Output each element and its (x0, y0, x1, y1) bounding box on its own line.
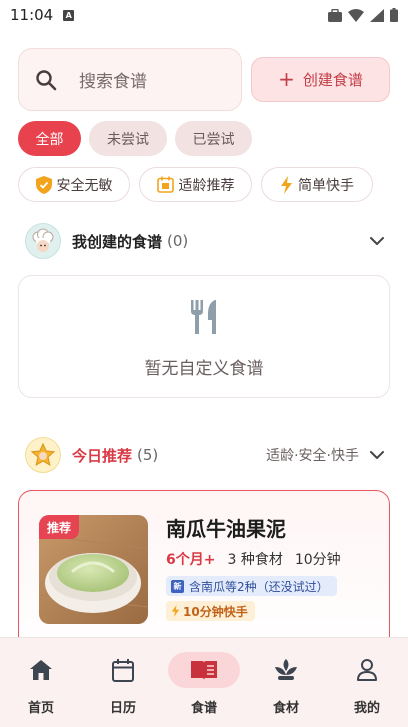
recipe-card[interactable]: 推荐 南瓜牛油果泥 6个月+ 3 种食材 10分钟 新 含南瓜等2种（还没试过）… (18, 490, 390, 660)
wifi-icon (348, 8, 364, 22)
status-time: 11:04 (10, 6, 54, 24)
fork-knife-icon (191, 300, 216, 334)
status-icons (328, 8, 398, 22)
empty-recipes-text: 暂无自定义食谱 (144, 359, 264, 379)
nav-profile-label: 我的 (353, 701, 380, 716)
star-chef-avatar-icon (25, 437, 61, 473)
shield-icon (35, 175, 52, 194)
recipe-name: 南瓜牛油果泥 (166, 517, 286, 541)
recipe-ingredients: 3 种食材 (227, 552, 283, 568)
create-recipe-label: 创建食谱 (302, 71, 363, 89)
book-icon (191, 661, 217, 680)
today-filter-summary: 适龄·安全·快手 (266, 448, 359, 464)
tag-quick[interactable]: 简单快手 (261, 167, 373, 202)
nav-calendar-label: 日历 (109, 701, 136, 716)
recipe-time: 10分钟 (294, 552, 341, 568)
nav-calendar[interactable]: 日历 (82, 638, 164, 727)
search-placeholder: 搜索食谱 (79, 72, 147, 92)
nav-ingredients[interactable]: 食材 (245, 638, 327, 727)
tag-safe-label: 安全无敏 (56, 177, 113, 194)
tag-age-label: 适龄推荐 (178, 177, 235, 194)
lightning-icon (171, 605, 180, 617)
recipe-quick-tag: 10分钟快手 (166, 601, 255, 621)
person-icon (357, 659, 377, 681)
recipe-new-ingredient-note: 新 含南瓜等2种（还没试过） (166, 576, 337, 596)
chevron-down-icon[interactable] (369, 236, 385, 246)
nav-profile[interactable]: 我的 (326, 638, 408, 727)
calendar-badge-icon (156, 176, 174, 193)
today-count: (5) (137, 446, 159, 464)
filter-chip-all[interactable]: 全部 (18, 121, 81, 156)
notification-a-icon: A (63, 9, 75, 21)
recipe-note-text: 含南瓜等2种（还没试过） (189, 579, 329, 594)
recommend-badge: 推荐 (39, 515, 80, 539)
empty-recipes-card: 暂无自定义食谱 (18, 275, 390, 398)
home-icon (30, 660, 52, 680)
chef-avatar-icon (25, 223, 61, 259)
my-recipes-header[interactable]: 我创建的食谱 (0) (25, 223, 385, 259)
filter-chip-untried[interactable]: 未尝试 (89, 121, 167, 156)
battery-icon (390, 8, 398, 22)
my-recipes-count: (0) (167, 232, 189, 250)
nav-home-label: 首页 (27, 701, 54, 716)
lightning-icon (281, 175, 292, 194)
nav-ingredients-label: 食材 (272, 701, 299, 716)
create-recipe-button[interactable]: + 创建食谱 (251, 57, 390, 102)
chevron-down-icon[interactable] (369, 450, 385, 460)
nav-recipes[interactable]: 食谱 (163, 638, 245, 727)
today-header[interactable]: 今日推荐 (5) 适龄·安全·快手 (25, 437, 385, 473)
recipe-quick-text: 10分钟快手 (183, 604, 248, 619)
status-bar: 11:04 A (0, 0, 408, 30)
search-icon (36, 69, 57, 90)
calendar-icon (112, 658, 134, 682)
recipe-age: 6个月+ (166, 552, 216, 568)
nav-recipes-label: 食谱 (190, 701, 217, 716)
tag-safe[interactable]: 安全无敏 (18, 167, 130, 202)
recipe-meta: 6个月+ 3 种食材 10分钟 (166, 549, 341, 569)
sprout-icon (275, 659, 297, 680)
briefcase-icon (328, 8, 342, 22)
my-recipes-title: 我创建的食谱 (72, 232, 163, 251)
tag-quick-label: 简单快手 (298, 177, 354, 194)
filter-chip-tried[interactable]: 已尝试 (175, 121, 252, 156)
new-icon: 新 (171, 579, 184, 593)
signal-icon (370, 8, 384, 22)
today-title: 今日推荐 (72, 446, 133, 465)
bottom-nav: 首页 日历 食谱 食材 我的 (0, 637, 408, 727)
nav-home[interactable]: 首页 (0, 638, 82, 727)
plus-icon: + (278, 66, 295, 91)
search-input[interactable]: 搜索食谱 (18, 48, 242, 111)
tag-age[interactable]: 适龄推荐 (139, 167, 252, 202)
